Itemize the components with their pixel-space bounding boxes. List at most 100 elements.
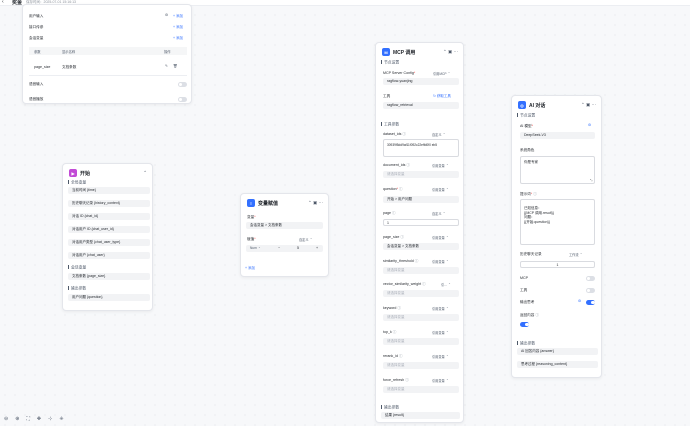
param-document-ids-input[interactable]: 请选择变量 [383,171,459,178]
param-dataset-ids-label: dataset_ids ⓘ [383,132,406,136]
param-top-k-mode[interactable]: 引用变量 [432,329,449,335]
think-toggle[interactable] [586,300,595,305]
param-force-refresh-input[interactable]: 请选择变量 [383,386,459,393]
param-page-label: page ⓘ [383,211,396,215]
page-title: 奖金 [12,0,23,6]
list-item: 历史聊天记录 {history_context} [68,200,150,207]
tools-toggle[interactable] [586,288,595,293]
zoom-out-icon[interactable]: ⊖ [4,416,8,422]
number-value[interactable]: 5 [297,246,299,250]
param-similarity-threshold-input[interactable]: 请选择变量 [383,267,459,274]
fetch-tools-button[interactable]: ↻ 获取工具 [433,94,451,99]
add-assign-button[interactable]: + 添加 [245,266,255,271]
increment-button[interactable]: + [316,246,318,250]
server-config-input[interactable]: ragflow-yuanjing [383,78,459,85]
decrement-button[interactable]: − [278,246,280,250]
param-keyword-mode[interactable]: 引用变量 [432,305,449,311]
back-icon[interactable]: ‹ [2,0,4,5]
start-node[interactable]: ▶ 开始 ⌃ 全局变量 当前时间 {time} 历史聊天记录 {history_… [62,163,153,311]
param-page-size-input[interactable]: 会话变量 > 文档条数 [383,243,459,250]
mcp-toggle[interactable] [586,276,595,281]
list-item: 对话用户 ID {chat_user_id} [68,226,150,233]
start-icon: ▶ [69,169,77,177]
mcp-node-header: M MCP 调用 [382,48,415,56]
param-rerank-id-mode[interactable]: 引用变量 [432,353,449,359]
ai-chat-node[interactable]: ◎ AI 对话 ⌃ ▣ ⋯ 节点设置 AI 模型* ⚙ DeepSeek-V3 … [511,95,602,378]
list-item: 对话 ID {chat_id} [68,213,150,220]
param-dataset-ids-mode[interactable]: 自定义 [432,131,446,137]
tool-select[interactable]: ragflow_retrieval [383,102,459,109]
user-input-add-button[interactable]: + 添加 [173,14,183,19]
param-vector-weight-mode[interactable]: 引... [441,281,451,287]
param-vector-weight-input[interactable]: 请选择变量 [383,290,459,297]
start-node-title: 开始 [80,170,91,177]
voice-play-toggle[interactable] [178,97,187,102]
drag-mode-icon[interactable]: ✥ [37,416,41,422]
assign-icon: ≡ [247,199,255,207]
model-settings-icon[interactable]: ⚙ [588,123,591,127]
list-item: AI 回答内容 {answer} [517,348,598,355]
param-page-size-mode[interactable]: 引用变量 [432,234,449,240]
edit-icon[interactable]: ✎ [165,64,168,68]
role-textarea[interactable]: 你是专家 [520,156,595,184]
param-force-refresh-mode[interactable]: 引用变量 [432,377,449,383]
voice-input-toggle[interactable] [178,82,187,87]
node-tools[interactable]: ⌃ ▣ ⋯ [581,102,596,108]
model-select[interactable]: DeepSeek-V3 [520,132,595,139]
param-rerank-id-input[interactable]: 请选择变量 [383,362,459,369]
resize-icon[interactable]: ⤡ [590,178,592,182]
delete-icon[interactable]: 🗑 [173,64,177,68]
canvas-controls: ⊖ ⊕ ⛶ ✥ ⊹ ⁜ [4,416,64,422]
history-mode-select[interactable]: 工作流 [569,251,583,257]
param-dataset-ids-input[interactable]: 30939f5dd9af11f092c22effd0f0 eb5 [383,139,459,157]
zoom-in-icon[interactable]: ⊕ [15,416,19,422]
assign-mode-select[interactable]: 自定义 [299,236,313,242]
interface-params-label: 接口传参 [29,25,44,29]
tools-toggle-label: 工具 [520,288,528,292]
user-input-label: 用户输入 [29,14,44,18]
prompt-textarea[interactable]: 已知信息： {{MCP 调用.result}} 问题： {{开始.questio… [520,199,595,245]
param-top-k-input[interactable]: 请选择变量 [383,338,459,345]
return-content-toggle[interactable] [520,322,529,327]
param-force-refresh-label: force_refresh ⓘ [383,378,409,382]
param-vector-weight-label: vector_similarity_weight ⓘ [383,282,426,286]
collapse-icon[interactable]: ⌃ [143,170,147,176]
think-toggle-label: 输出思考 [520,300,535,304]
voice-play-label: 语音播放 [29,97,44,101]
param-question-input[interactable]: 开始 > 用户问题 [383,196,459,203]
session-vars-add-button[interactable]: + 添加 [173,36,183,41]
node-tools[interactable]: ⌃ ▣ ⋯ [308,200,323,206]
assign-node-title: 变量赋值 [258,200,279,207]
server-config-mode-select[interactable]: 引用MCP [433,70,451,76]
param-similarity-threshold-mode[interactable]: 引用变量 [432,258,449,264]
layout-icon[interactable]: ⊹ [48,416,52,422]
assign-node[interactable]: ≡ 变量赋值 ⌃ ▣ ⋯ 变量* 会话变量 > 文档条数 赋值* 自定义 Num… [240,193,329,277]
interface-params-add-button[interactable]: + 添加 [173,25,183,30]
param-question-mode[interactable]: 引用变量 [432,186,449,192]
mcp-node-title: MCP 调用 [393,49,416,56]
param-document-ids-mode[interactable]: 引用变量 [432,162,449,168]
variable-select[interactable]: 会话变量 > 文档条数 [246,222,323,229]
list-item: 文档条数 {page_size} [68,273,150,280]
tool-label: 工具 [383,94,391,98]
param-keyword-input[interactable]: 请选择变量 [383,314,459,321]
grid-icon[interactable]: ⁜ [59,416,63,422]
node-settings-section: 节点设置 [381,60,399,66]
column-param: 参数 [34,50,41,54]
list-item: 结果 {result} [381,412,460,419]
node-tools[interactable]: ⌃ ▣ ⋯ [443,49,458,55]
mcp-node[interactable]: M MCP 调用 ⌃ ▣ ⋯ 节点设置 MCP Server Config* 引… [375,42,464,423]
history-value-input[interactable]: 1 [520,261,595,268]
think-settings-icon[interactable]: ⚙ [578,299,581,303]
fit-view-icon[interactable]: ⛶ [26,416,30,422]
mcp-toggle-label: MCP [520,276,528,280]
param-similarity-threshold-label: similarity_threshold ⓘ [383,259,419,263]
role-label: 系统角色 [520,148,535,152]
user-input-settings-icon[interactable]: ⚙ [165,13,168,17]
global-vars-section: 全局变量 [68,180,86,186]
history-label: 历史聊天记录 [520,252,542,256]
number-type-select[interactable]: Num [250,245,261,250]
param-page-input[interactable]: 1 [383,219,459,226]
param-page-mode[interactable]: 自定义 [432,210,446,216]
list-item: 对话用户类型 {chat_user_type} [68,239,150,246]
